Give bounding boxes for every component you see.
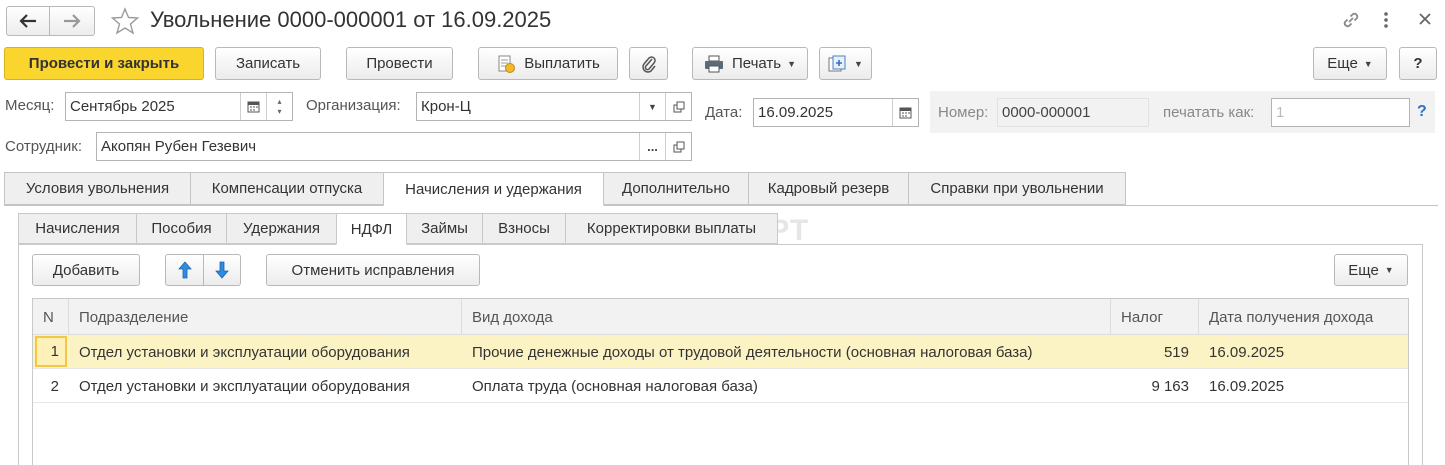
pay-button[interactable]: Выплатить xyxy=(478,47,618,80)
open-icon[interactable] xyxy=(665,93,691,120)
number-label: Номер: xyxy=(938,104,989,121)
income-date-cell[interactable]: 16.09.2025 xyxy=(1199,335,1408,369)
tab-personnel-reserve[interactable]: Кадровый резерв xyxy=(748,172,909,205)
organization-value: Крон-Ц xyxy=(421,98,471,115)
income-date-cell[interactable]: 16.09.2025 xyxy=(1199,369,1408,403)
subtab-deductions[interactable]: Удержания xyxy=(226,213,337,244)
add-row-button[interactable]: Добавить xyxy=(32,254,140,286)
income-type-cell[interactable]: Прочие денежные доходы от трудовой деяте… xyxy=(462,335,1111,369)
month-value: Сентябрь 2025 xyxy=(70,98,175,115)
column-header-tax[interactable]: Налог xyxy=(1111,299,1199,335)
employee-label: Сотрудник: xyxy=(5,138,83,155)
calendar-icon[interactable] xyxy=(892,99,918,126)
date-field[interactable]: 16.09.2025 xyxy=(753,98,919,127)
subtab-loans[interactable]: Займы xyxy=(406,213,483,244)
link-icon[interactable] xyxy=(1340,9,1362,35)
month-spinner-icon[interactable]: ▴ ▾ xyxy=(266,93,292,120)
print-as-help-link[interactable]: ? xyxy=(1417,103,1427,121)
date-label: Дата: xyxy=(705,104,743,121)
employee-field[interactable]: Акопян Рубен Гезевич ... xyxy=(96,132,692,161)
move-down-button[interactable] xyxy=(203,254,241,286)
print-as-label: печатать как: xyxy=(1163,104,1255,121)
tab-dismissal-certificates[interactable]: Справки при увольнении xyxy=(908,172,1126,205)
subtab-benefits[interactable]: Пособия xyxy=(136,213,227,244)
row-number-cell[interactable]: 1 xyxy=(35,336,67,367)
income-type-cell[interactable]: Оплата труда (основная налоговая база) xyxy=(462,369,1111,403)
subtab-accruals[interactable]: Начисления xyxy=(18,213,137,244)
table-row[interactable]: 1 Отдел установки и эксплуатации оборудо… xyxy=(33,335,1408,369)
close-icon[interactable] xyxy=(1418,12,1432,30)
select-button[interactable]: ... xyxy=(639,133,665,160)
save-button[interactable]: Записать xyxy=(215,47,321,80)
month-label: Месяц: xyxy=(5,97,55,114)
table-more-label: Еще xyxy=(1348,261,1379,279)
column-header-department[interactable]: Подразделение xyxy=(69,299,462,335)
chevron-down-icon: ▼ xyxy=(854,58,863,69)
employee-value: Акопян Рубен Гезевич xyxy=(101,138,257,155)
chevron-down-icon: ▼ xyxy=(787,58,797,69)
date-value: 16.09.2025 xyxy=(758,104,834,121)
table-header: N Подразделение Вид дохода Налог Дата по… xyxy=(33,299,1408,335)
arrow-right-icon xyxy=(64,14,81,28)
column-header-income-type[interactable]: Вид дохода xyxy=(462,299,1111,335)
organization-field[interactable]: Крон-Ц ▼ xyxy=(416,92,692,121)
chevron-down-icon: ▼ xyxy=(1363,58,1373,69)
more-button[interactable]: Еще ▼ xyxy=(1313,47,1387,80)
table-row[interactable]: 2 Отдел установки и эксплуатации оборудо… xyxy=(33,369,1408,403)
pay-button-label: Выплатить xyxy=(524,55,600,72)
subtab-payment-adjustments[interactable]: Корректировки выплаты xyxy=(565,213,778,244)
month-field[interactable]: Сентябрь 2025 ▴ ▾ xyxy=(65,92,293,121)
pay-document-icon xyxy=(498,55,516,73)
calendar-icon[interactable] xyxy=(240,93,266,120)
department-cell[interactable]: Отдел установки и эксплуатации оборудова… xyxy=(69,369,462,403)
open-icon[interactable] xyxy=(665,133,691,160)
chevron-down-icon: ▼ xyxy=(1384,265,1394,275)
arrow-down-icon xyxy=(215,261,229,279)
arrow-left-icon xyxy=(19,14,36,28)
print-as-field[interactable]: 1 xyxy=(1271,98,1410,127)
organization-label: Организация: xyxy=(306,97,401,114)
paperclip-icon xyxy=(641,55,656,73)
tab-additional[interactable]: Дополнительно xyxy=(603,172,749,205)
tab-accruals-deductions[interactable]: Начисления и удержания xyxy=(383,172,604,206)
subtab-ndfl[interactable]: НДФЛ xyxy=(336,213,407,245)
arrow-up-icon xyxy=(177,261,192,279)
print-button-label: Печать xyxy=(731,55,782,72)
subtab-contributions[interactable]: Взносы xyxy=(482,213,566,244)
move-up-button[interactable] xyxy=(165,254,204,286)
row-number-cell[interactable]: 2 xyxy=(33,369,69,403)
page-title: Увольнение 0000-000001 от 16.09.2025 xyxy=(150,7,552,32)
post-and-close-button[interactable]: Провести и закрыть xyxy=(4,47,204,80)
print-as-value: 1 xyxy=(1276,104,1285,121)
help-button[interactable]: ? xyxy=(1399,47,1437,80)
dropdown-chevron-icon[interactable]: ▼ xyxy=(639,93,665,120)
number-value: 0000-000001 xyxy=(1002,104,1091,121)
attach-button[interactable] xyxy=(629,47,668,80)
tax-cell[interactable]: 519 xyxy=(1111,335,1199,369)
print-button[interactable]: Печать ▼ xyxy=(692,47,808,80)
favorite-star-icon[interactable] xyxy=(110,7,140,39)
table-more-button[interactable]: Еще ▼ xyxy=(1334,254,1408,286)
tax-cell[interactable]: 9 163 xyxy=(1111,369,1199,403)
column-header-income-date[interactable]: Дата получения дохода xyxy=(1199,299,1408,335)
department-cell[interactable]: Отдел установки и эксплуатации оборудова… xyxy=(69,335,462,369)
tab-vacation-compensation[interactable]: Компенсации отпуска xyxy=(190,172,384,205)
main-tab-panel-border xyxy=(4,205,1438,206)
create-based-on-button[interactable]: ▼ xyxy=(819,47,872,80)
column-header-n[interactable]: N xyxy=(33,299,69,335)
more-button-label: Еще xyxy=(1327,55,1358,72)
ndfl-table: N Подразделение Вид дохода Налог Дата по… xyxy=(32,298,1409,465)
post-button[interactable]: Провести xyxy=(346,47,453,80)
tab-dismissal-conditions[interactable]: Условия увольнения xyxy=(4,172,191,205)
create-based-on-icon xyxy=(828,55,846,71)
number-field: 0000-000001 xyxy=(997,98,1149,127)
cancel-corrections-button[interactable]: Отменить исправления xyxy=(266,254,480,286)
printer-icon xyxy=(704,55,723,72)
forward-button[interactable] xyxy=(49,6,95,36)
back-button[interactable] xyxy=(6,6,50,36)
more-vertical-icon[interactable] xyxy=(1383,11,1389,29)
